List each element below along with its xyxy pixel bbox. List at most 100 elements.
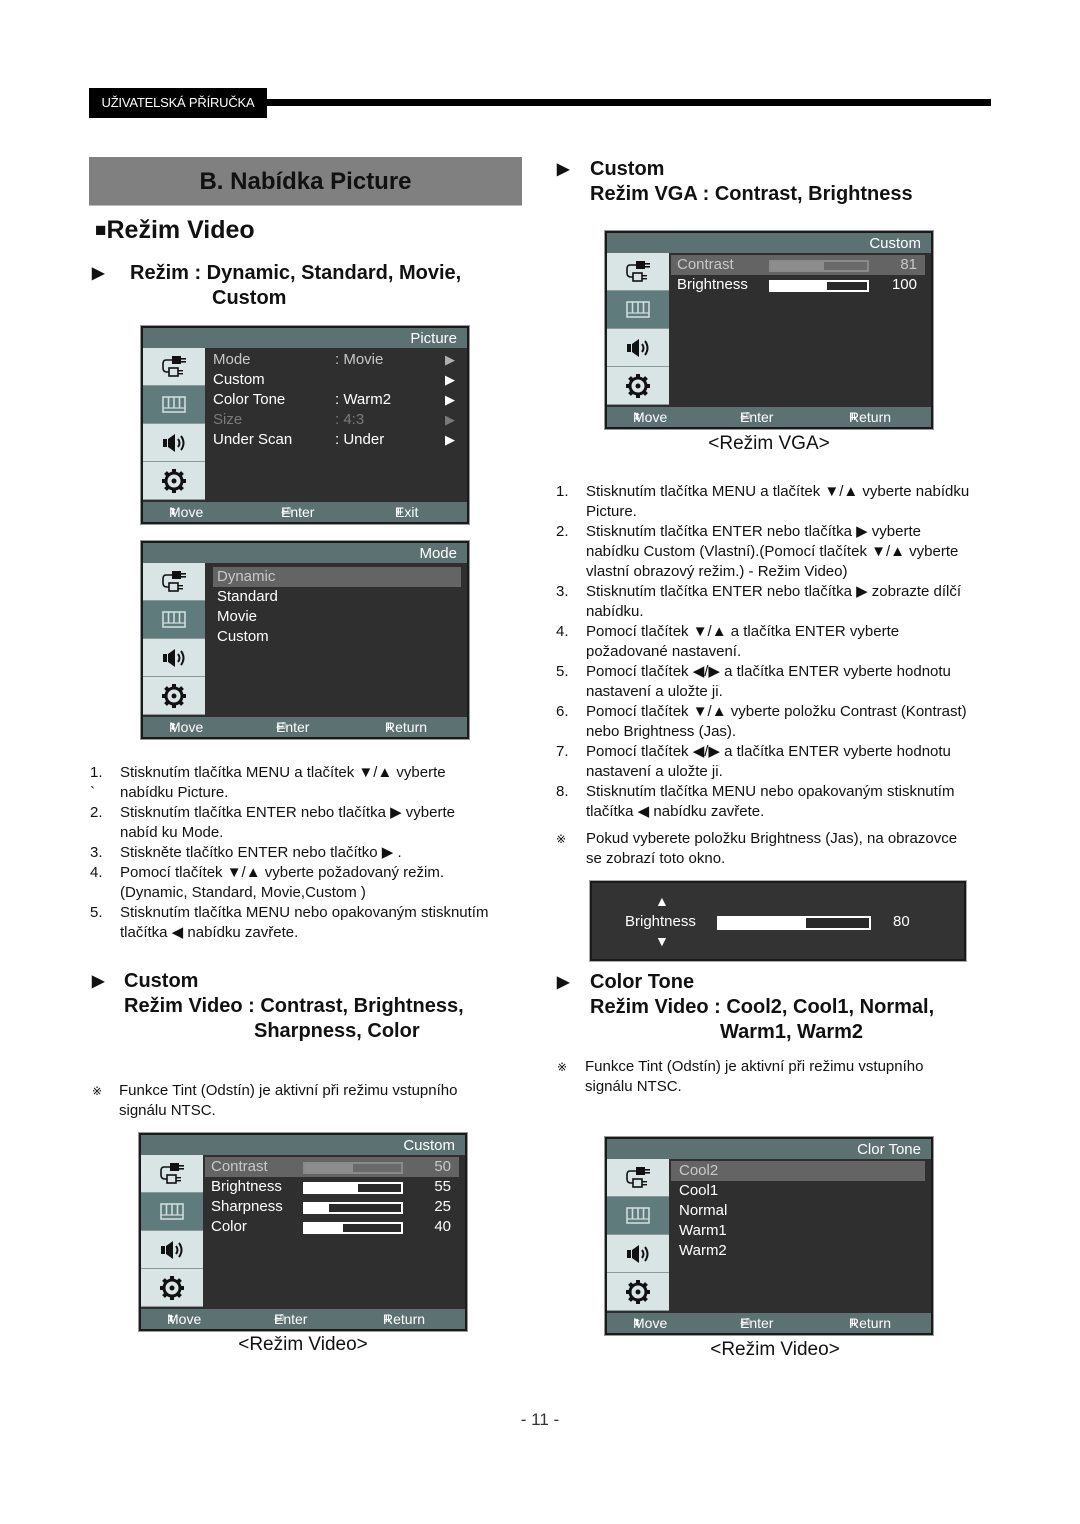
sidebar-setup[interactable] <box>143 462 205 500</box>
gear-icon <box>160 682 188 710</box>
sidebar-input[interactable] <box>141 1155 203 1193</box>
step-line: ` nabídku Picture. <box>90 783 530 803</box>
sidebar-sound[interactable] <box>607 1235 669 1273</box>
sidebar-sound[interactable] <box>141 1231 203 1269</box>
setting-slider[interactable] <box>303 1162 403 1174</box>
move-label: Move <box>169 504 204 520</box>
sidebar-setup[interactable] <box>143 677 205 715</box>
sidebar-input[interactable] <box>143 563 205 601</box>
return-label: Return <box>385 719 428 735</box>
sound-icon <box>160 646 188 670</box>
gear-icon <box>624 1278 652 1306</box>
sidebar-picture[interactable] <box>607 1197 669 1235</box>
header-rule <box>267 99 991 106</box>
tone-option-warm2[interactable]: Warm2 <box>671 1241 925 1261</box>
vga-caption: <Režim VGA> <box>708 433 830 454</box>
menu-item-mode[interactable]: Mode : Movie ▶ <box>213 350 461 370</box>
heading-line2: Režim Video : Contrast, Brightness, <box>124 995 464 1017</box>
step-line: požadované nastavení. <box>556 642 1001 662</box>
osd-footer: ⬍ Move ⏎ Enter Ⅲ Exit <box>143 502 467 522</box>
step-line: 3. Stiskněte tlačítko ENTER nebo tlačítko… <box>90 843 530 863</box>
osd-footer: ⬍ Move ⏎ Enter Ⅲ Return <box>141 1309 465 1329</box>
osd-sidebar <box>143 348 205 500</box>
tone-option-warm1[interactable]: Warm1 <box>671 1221 925 1241</box>
heading-line1: Custom <box>590 158 665 180</box>
item-label: Color Tone <box>213 391 286 408</box>
setting-slider[interactable] <box>303 1182 403 1194</box>
heading-line2: Režim VGA : Contrast, Brightness <box>590 183 913 205</box>
tone-option-cool1[interactable]: Cool1 <box>671 1181 925 1201</box>
sidebar-picture[interactable] <box>607 291 669 329</box>
setting-label: Brightness <box>677 276 748 293</box>
setting-label: Contrast <box>677 256 734 273</box>
sidebar-input[interactable] <box>607 253 669 291</box>
osd-mode-menu: Mode Dynamic Standard Movie Custom ⬍ Mov… <box>141 541 469 739</box>
setting-slider[interactable] <box>769 280 869 292</box>
setting-row-sharpness[interactable]: Sharpness 25 <box>205 1197 459 1217</box>
right-steps-list: 1. Stisknutím tlačítka MENU a tlačítek ▼/… <box>556 482 1001 822</box>
sidebar-setup[interactable] <box>141 1269 203 1307</box>
sidebar-sound[interactable] <box>607 329 669 367</box>
setting-row-brightness[interactable]: Brightness 100 <box>671 275 925 295</box>
setting-slider[interactable] <box>769 260 869 272</box>
setting-value: 40 <box>434 1218 451 1235</box>
sidebar-picture[interactable] <box>141 1193 203 1231</box>
triangle-bullet-icon: ▶ <box>92 973 105 990</box>
menu-item-under-scan[interactable]: Under Scan : Under ▶ <box>213 430 461 450</box>
setting-label: Sharpness <box>211 1198 283 1215</box>
menu-item-custom[interactable]: Custom ▶ <box>213 370 461 390</box>
setting-slider[interactable] <box>303 1202 403 1214</box>
mode-option-movie[interactable]: Movie <box>213 607 461 627</box>
popup-value: 80 <box>893 913 910 930</box>
step-number: 6. <box>556 703 569 720</box>
sidebar-setup[interactable] <box>607 1273 669 1311</box>
sidebar-setup[interactable] <box>607 367 669 405</box>
setting-row-contrast[interactable]: Contrast 81 <box>671 255 925 275</box>
setting-row-contrast[interactable]: Contrast 50 <box>205 1157 459 1177</box>
sidebar-input[interactable] <box>607 1159 669 1197</box>
step-text: nastavení a uložte ji. <box>586 763 723 780</box>
osd-title: Custom <box>141 1135 465 1155</box>
step-number <box>556 722 586 742</box>
sidebar-sound[interactable] <box>143 639 205 677</box>
slider-fill <box>305 1184 358 1192</box>
sound-icon <box>158 1238 186 1262</box>
sidebar-picture[interactable] <box>143 601 205 639</box>
left-ntsc-note: ※ Funkce Tint (Odstín) je aktivní při rež… <box>92 1081 532 1121</box>
tone-option-cool2[interactable]: Cool2 <box>671 1161 925 1181</box>
osd-title: Clor Tone <box>607 1139 931 1159</box>
mode-option-custom[interactable]: Custom <box>213 627 461 647</box>
enter-label: Enter <box>274 1311 308 1327</box>
step-line: nastavení a uložte ji. <box>556 762 1001 782</box>
setting-row-color[interactable]: Color 40 <box>205 1217 459 1237</box>
menu-item-color-tone[interactable]: Color Tone : Warm2 ▶ <box>213 390 461 410</box>
left-steps-list: 1. Stisknutím tlačítka MENU a tlačítek ▼/… <box>90 763 530 943</box>
mode-option-dynamic[interactable]: Dynamic <box>213 567 461 587</box>
heading-line2: Režim Video : Cool2, Cool1, Normal, <box>590 996 935 1018</box>
arrow-down-icon[interactable]: ▼ <box>655 933 669 949</box>
move-label: Move <box>633 409 668 425</box>
mode-option-standard[interactable]: Standard <box>213 587 461 607</box>
gear-icon <box>158 1274 186 1302</box>
tone-option-normal[interactable]: Normal <box>671 1201 925 1221</box>
brightness-slider[interactable] <box>717 916 871 930</box>
arrow-up-icon[interactable]: ▲ <box>655 893 669 909</box>
step-line: 1. Stisknutím tlačítka MENU a tlačítek ▼/… <box>90 763 530 783</box>
picture-icon <box>160 394 188 416</box>
step-line: tlačítka ◀ nabídku zavřete. <box>556 802 1001 822</box>
setting-row-brightness[interactable]: Brightness 55 <box>205 1177 459 1197</box>
gear-icon <box>160 467 188 495</box>
page-number: - 11 - <box>520 1410 560 1429</box>
input-icon <box>158 1161 186 1187</box>
sidebar-picture[interactable] <box>143 386 205 424</box>
setting-slider[interactable] <box>303 1222 403 1234</box>
step-line: nabídku Custom (Vlastní).(Pomocí tlačíte… <box>556 542 1001 562</box>
setting-label: Contrast <box>211 1158 268 1175</box>
step-number: 5. <box>90 904 103 921</box>
step-text: nabídku Custom (Vlastní).(Pomocí tlačíte… <box>586 543 959 560</box>
step-line: 1. Stisknutím tlačítka MENU a tlačítek ▼/… <box>556 482 1001 502</box>
return-label: Return <box>849 1315 892 1331</box>
sidebar-input[interactable] <box>143 348 205 386</box>
move-label: Move <box>169 719 204 735</box>
sidebar-sound[interactable] <box>143 424 205 462</box>
